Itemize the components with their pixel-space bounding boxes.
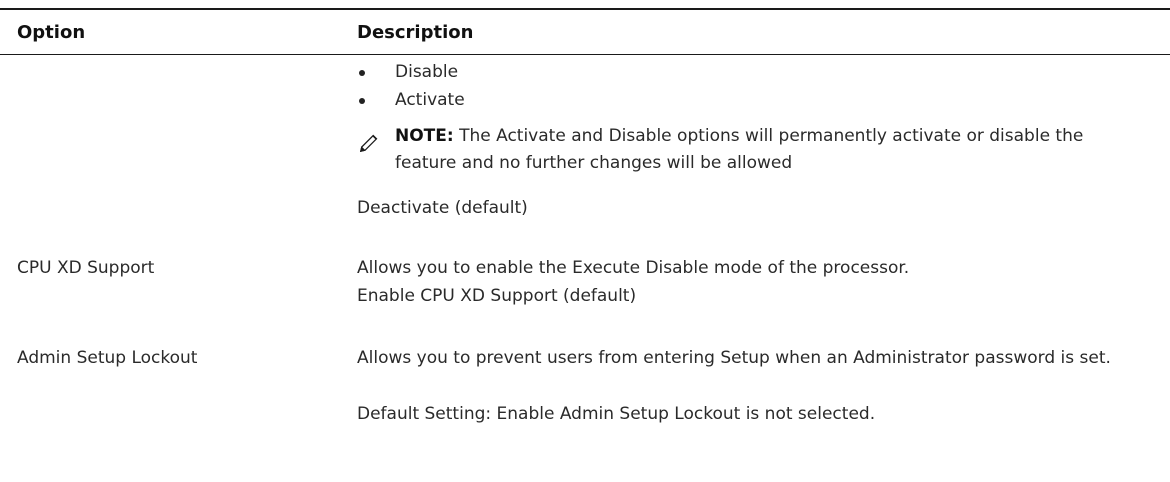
pencil-icon [360, 134, 378, 152]
list-item-label: Activate [395, 90, 465, 110]
bullet-icon [359, 70, 365, 76]
note-box: NOTE: The Activate and Disable options w… [357, 123, 1147, 183]
header-description: Description [357, 22, 474, 43]
default-value: Default Setting: Enable Admin Setup Lock… [357, 404, 876, 424]
bullet-icon [359, 98, 365, 104]
option-description: Allows you to enable the Execute Disable… [357, 258, 910, 278]
list-item-label: Disable [395, 62, 459, 82]
note-text: NOTE: The Activate and Disable options w… [395, 123, 1135, 177]
note-body: The Activate and Disable options will pe… [395, 126, 1084, 173]
header-option: Option [17, 22, 86, 43]
default-value: Enable CPU XD Support (default) [357, 286, 637, 306]
option-description: Allows you to prevent users from enterin… [357, 348, 1111, 368]
header-rule [0, 54, 1170, 55]
option-name: CPU XD Support [17, 258, 155, 278]
option-name: Admin Setup Lockout [17, 348, 198, 368]
note-label: NOTE: [395, 126, 454, 146]
default-value: Deactivate (default) [357, 198, 528, 218]
table-top-rule [0, 8, 1170, 10]
